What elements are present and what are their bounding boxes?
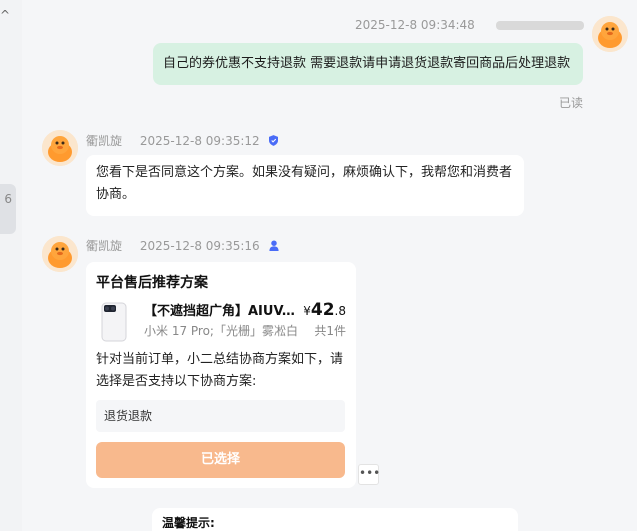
product-name[interactable]: 【不遮挡超广角】AIUV...: [144, 300, 296, 319]
agent-msg-1-meta: 衢凯旋 2025-12-8 09:35:12: [86, 132, 279, 149]
duck-avatar-icon: [42, 236, 78, 272]
agent-msg-2-timestamp: 2025-12-8 09:35:16: [139, 239, 260, 253]
agent-msg-1-text: 您看下是否同意这个方案。如果没有疑问，麻烦确认下，我帮您和消费者协商。: [96, 165, 513, 202]
plan-option-return-refund[interactable]: 退货退款: [96, 400, 345, 432]
more-options-button[interactable]: •••: [358, 464, 380, 485]
read-status: 已读: [559, 96, 584, 110]
product-spec: 小米 17 Pro;「光栅」雾凇白: [144, 324, 298, 338]
price-integer: 42: [310, 300, 335, 320]
duck-avatar-icon: [42, 130, 78, 166]
outgoing-meta: 2025-12-8 09:34:48: [355, 18, 475, 32]
outgoing-sender-name-blurred: [496, 18, 584, 35]
side-tab[interactable]: 6: [0, 184, 16, 234]
product-thumbnail[interactable]: [100, 302, 130, 342]
card-title: 平台售后推荐方案: [96, 275, 208, 291]
price-symbol: ¥: [303, 304, 311, 318]
item-count: 共1件: [314, 324, 346, 338]
agent-avatar[interactable]: [42, 130, 78, 166]
person-icon: [269, 240, 280, 251]
plan-description: 针对当前订单，小二总结协商方案如下，请选择是否支持以下协商方案:: [96, 352, 344, 389]
duck-avatar-icon: [592, 16, 628, 52]
after-sale-plan-card: 平台售后推荐方案 【不遮挡超广角】AIUV... 小米 17 Pro;「光栅」雾…: [86, 262, 356, 488]
warm-tip-card: 温馨提示:: [152, 508, 518, 531]
agent-avatar[interactable]: [42, 236, 78, 272]
price-decimal: .8: [334, 304, 346, 318]
outgoing-message-text: 自己的券优惠不支持退款 需要退款请申请退货退款寄回商品后处理退款: [163, 56, 571, 71]
user-avatar[interactable]: [592, 16, 628, 52]
outgoing-message-bubble[interactable]: 自己的券优惠不支持退款 需要退款请申请退货退款寄回商品后处理退款: [153, 43, 583, 85]
shield-icon: [269, 135, 279, 146]
collapse-caret-icon[interactable]: ^: [0, 8, 10, 22]
agent-msg-2-meta: 衢凯旋 2025-12-8 09:35:16: [86, 237, 280, 254]
agent-message-bubble[interactable]: 您看下是否同意这个方案。如果没有疑问，麻烦确认下，我帮您和消费者协商。: [86, 155, 524, 216]
left-sidebar-strip: ^ 6: [0, 0, 22, 531]
agent-msg-1-timestamp: 2025-12-8 09:35:12: [139, 134, 260, 148]
agent-name: 衢凯旋: [86, 239, 123, 253]
agent-name: 衢凯旋: [86, 134, 123, 148]
tip-title: 温馨提示:: [162, 516, 215, 530]
outgoing-timestamp: 2025-12-8 09:34:48: [355, 18, 475, 32]
product-price: ¥42.8: [303, 300, 346, 320]
selected-button[interactable]: 已选择: [96, 442, 345, 478]
blurred-name-icon: [496, 21, 584, 30]
